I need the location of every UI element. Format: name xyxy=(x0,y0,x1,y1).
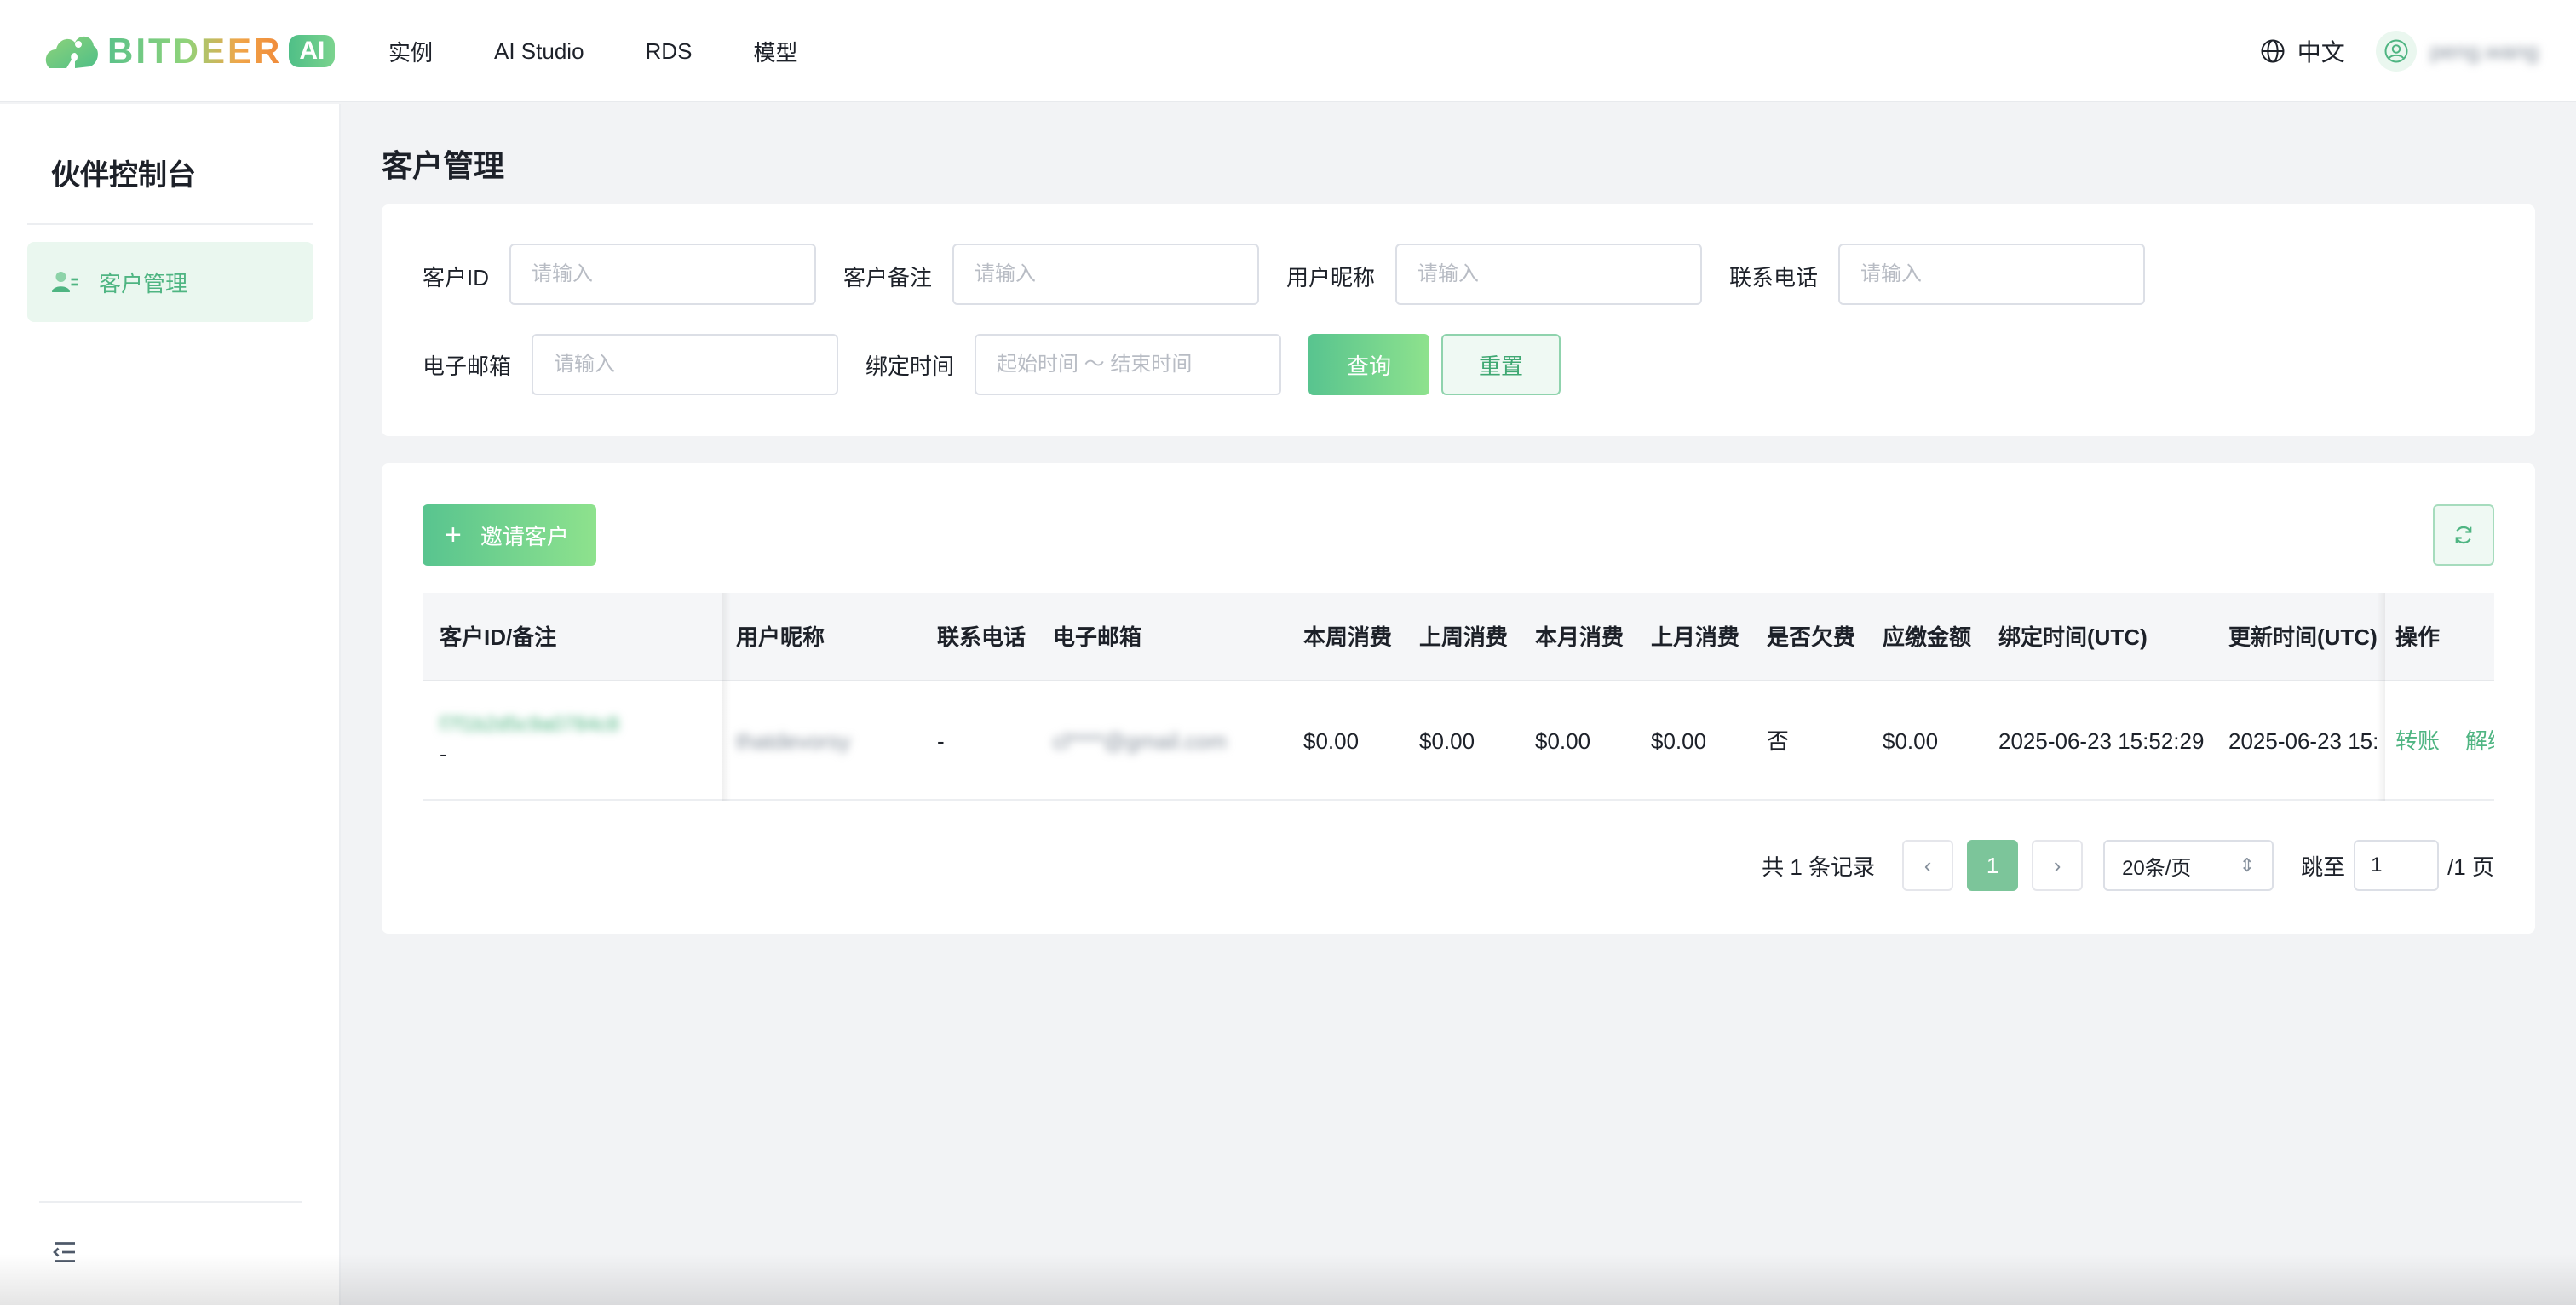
chevron-right-icon: › xyxy=(2053,852,2061,878)
bind-time-range-picker[interactable] xyxy=(975,334,1281,395)
customer-note-input[interactable] xyxy=(952,244,1259,305)
fixed-column-shadow-left xyxy=(722,593,731,801)
pagination-total: 共 1 条记录 xyxy=(1762,854,1876,880)
last-month-spend-cell: $0.00 xyxy=(1651,728,1707,754)
pagination: 共 1 条记录 ‹ 1 › 20条/页 ⇕ 跳至 /1 页 xyxy=(1762,840,2494,891)
nickname-cell: thatdevorsy xyxy=(736,728,851,754)
sidebar-collapse-button[interactable] xyxy=(49,1237,80,1268)
top-header: BITDEER AI 实例 AI Studio RDS 模型 中文 peng.w… xyxy=(0,0,2576,102)
column-header-bind-time: 绑定时间(UTC) xyxy=(1998,624,2148,650)
unbind-link[interactable]: 解绑 xyxy=(2465,728,2494,754)
main-nav: 实例 AI Studio RDS 模型 xyxy=(388,0,859,102)
update-time-cell: 2025-06-23 15:52:29 xyxy=(2228,728,2377,754)
jump-page-input[interactable] xyxy=(2354,840,2440,891)
fixed-column-shadow-right xyxy=(2377,593,2385,801)
phone-cell: - xyxy=(937,728,945,754)
logo-ai-badge: AI xyxy=(289,35,336,67)
column-header-month-spend: 本月消费 xyxy=(1535,624,1624,650)
header-right: 中文 peng.wang xyxy=(2260,0,2539,102)
column-header-last-month-spend: 上月消费 xyxy=(1651,624,1740,650)
phone-input[interactable] xyxy=(1838,244,2145,305)
table-header: 客户ID/备注 用户昵称 联系电话 电子邮箱 本周消费 上周消费 本月消费 上月… xyxy=(423,593,2494,681)
user-manage-icon xyxy=(52,272,78,292)
bind-time-cell: 2025-06-23 15:52:29 xyxy=(1998,728,2205,754)
plus-icon: + xyxy=(445,519,462,551)
transfer-link[interactable]: 转账 xyxy=(2395,728,2440,754)
sidebar: 伙伴控制台 客户管理 xyxy=(0,104,341,1305)
menu-fold-icon xyxy=(53,1242,75,1262)
customer-note: - xyxy=(440,741,447,767)
actions-cell: 转账解绑 xyxy=(2395,681,2494,801)
column-header-actions: 操作 xyxy=(2395,624,2441,650)
username[interactable]: peng.wang xyxy=(2430,38,2539,65)
week-spend-cell: $0.00 xyxy=(1303,728,1360,754)
column-header-week-spend: 本周消费 xyxy=(1303,624,1393,650)
last-week-spend-cell: $0.00 xyxy=(1419,728,1475,754)
sidebar-item-label: 客户管理 xyxy=(99,270,188,296)
user-circle-icon xyxy=(2384,39,2408,63)
avatar[interactable] xyxy=(2375,31,2417,72)
bind-time-label: 绑定时间 xyxy=(865,354,955,379)
page-button-1[interactable]: 1 xyxy=(1967,840,2019,891)
table-card: + 邀请客户 客户ID/备注 用户昵称 联系电话 电子邮箱 本周消费 上周消费 … xyxy=(382,463,2535,934)
sidebar-bottom-divider xyxy=(39,1201,302,1203)
email-label: 电子邮箱 xyxy=(423,354,512,379)
jump-label: 跳至 xyxy=(2301,854,2346,880)
customer-note-label: 客户备注 xyxy=(843,265,933,290)
sidebar-item-customer-management[interactable]: 客户管理 xyxy=(27,242,313,322)
search-button[interactable]: 查询 xyxy=(1308,334,1429,395)
table-row: f7f1b2d5c9a0784c8 - thatdevorsy - cl****… xyxy=(423,681,2494,801)
filter-card: 客户ID 客户备注 用户昵称 联系电话 电子邮箱 绑定时间 查询 重置 xyxy=(382,204,2535,436)
column-header-phone: 联系电话 xyxy=(937,624,1026,650)
sidebar-title: 伙伴控制台 xyxy=(51,159,196,192)
globe-icon xyxy=(2261,39,2285,63)
nickname-label: 用户昵称 xyxy=(1286,265,1376,290)
page-size-select[interactable]: 20条/页 ⇕ xyxy=(2103,840,2274,891)
column-header-last-week-spend: 上周消费 xyxy=(1419,624,1509,650)
column-header-update-time: 更新时间(UTC) xyxy=(2228,624,2377,650)
column-header-email: 电子邮箱 xyxy=(1053,624,1142,650)
nickname-input[interactable] xyxy=(1395,244,1702,305)
in-arrears-cell: 否 xyxy=(1767,728,1790,754)
customer-id-link[interactable]: f7f1b2d5c9a0784c8 xyxy=(440,710,619,739)
email-input[interactable] xyxy=(532,334,838,395)
bottom-fade xyxy=(0,1254,2576,1305)
language-switcher[interactable]: 中文 xyxy=(2260,34,2345,68)
page-size-value: 20条/页 xyxy=(2122,856,2192,880)
chevron-updown-icon: ⇕ xyxy=(2239,854,2256,876)
prev-page-button[interactable]: ‹ xyxy=(1902,840,1954,891)
column-header-customer-id: 客户ID/备注 xyxy=(440,624,557,650)
column-header-nickname: 用户昵称 xyxy=(736,624,825,650)
refresh-button[interactable] xyxy=(2433,504,2494,566)
email-cell: cl****@gmail.com xyxy=(1053,728,1228,754)
customer-id-label: 客户ID xyxy=(423,265,490,290)
bitdeer-logo-icon xyxy=(41,27,101,75)
total-pages: /1 页 xyxy=(2447,854,2494,880)
nav-item-ai-studio[interactable]: AI Studio xyxy=(494,38,584,65)
next-page-button[interactable]: › xyxy=(2032,840,2084,891)
bitdeer-logo[interactable]: BITDEER AI xyxy=(41,27,336,75)
page-title: 客户管理 xyxy=(382,148,505,183)
nav-item-rds[interactable]: RDS xyxy=(646,38,693,65)
invite-customer-label: 邀请客户 xyxy=(480,523,569,549)
language-label: 中文 xyxy=(2297,39,2345,66)
logo-text: BITDEER xyxy=(107,31,283,71)
refresh-icon xyxy=(2455,526,2472,544)
customer-id-input[interactable] xyxy=(509,244,816,305)
nav-item-instances[interactable]: 实例 xyxy=(388,36,433,67)
month-spend-cell: $0.00 xyxy=(1535,728,1591,754)
reset-button[interactable]: 重置 xyxy=(1441,334,1561,395)
invite-customer-button[interactable]: + 邀请客户 xyxy=(423,504,596,566)
chevron-left-icon: ‹ xyxy=(1923,852,1932,878)
phone-label: 联系电话 xyxy=(1729,265,1819,290)
nav-item-models[interactable]: 模型 xyxy=(753,36,797,67)
sidebar-divider xyxy=(27,223,313,225)
column-header-amount-due: 应缴金额 xyxy=(1883,624,1972,650)
amount-due-cell: $0.00 xyxy=(1883,728,1939,754)
column-header-in-arrears: 是否欠费 xyxy=(1767,624,1856,650)
